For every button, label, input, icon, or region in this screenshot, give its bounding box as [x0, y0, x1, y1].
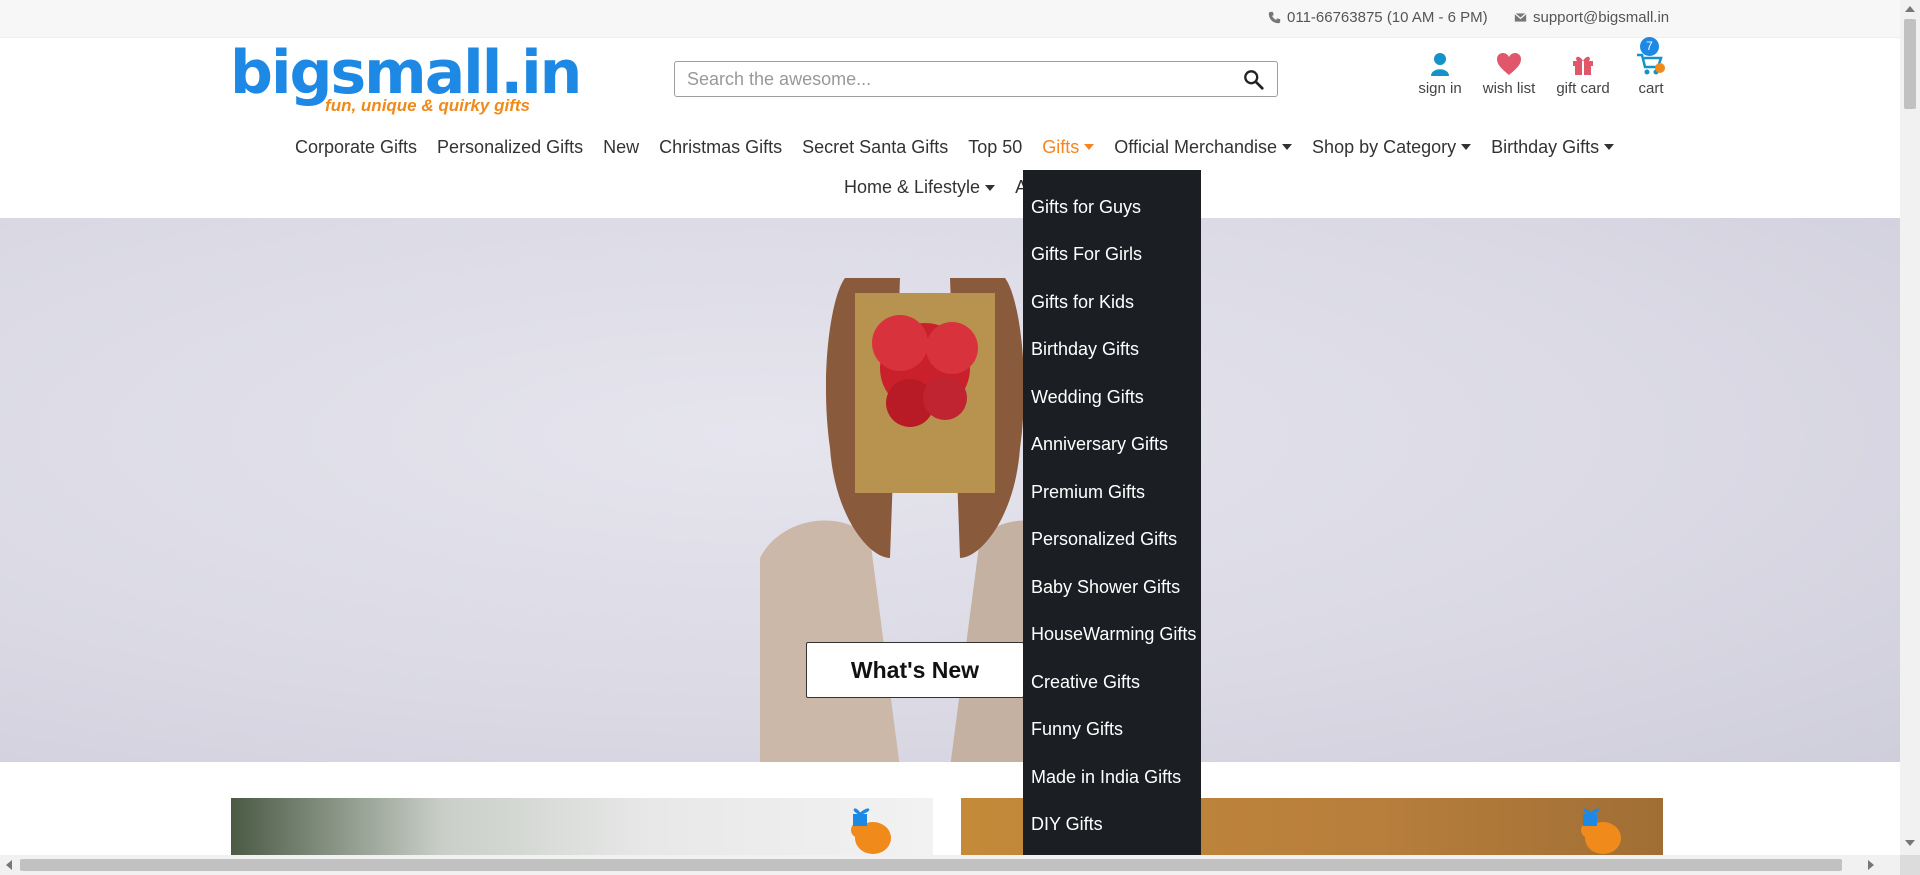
nav-shop-by-category[interactable]: Shop by Category	[1312, 137, 1472, 158]
nav-new[interactable]: New	[603, 137, 639, 158]
dropdown-item-gifts-for-kids[interactable]: Gifts for Kids	[1031, 292, 1134, 313]
search-input[interactable]	[675, 62, 1239, 96]
dropdown-item-diy-gifts[interactable]: DIY Gifts	[1031, 814, 1103, 835]
gifts-dropdown-menu: Gifts for Guys Gifts For Girls Gifts for…	[1023, 170, 1201, 855]
nav-secret-santa-gifts[interactable]: Secret Santa Gifts	[802, 137, 948, 158]
category-tile-left[interactable]	[231, 798, 933, 855]
vertical-scroll-thumb[interactable]	[1904, 19, 1916, 109]
heart-icon	[1497, 53, 1521, 75]
nav-top-50[interactable]: Top 50	[968, 137, 1022, 158]
dropdown-item-made-in-india-gifts[interactable]: Made in India Gifts	[1031, 767, 1181, 788]
user-icon	[1431, 53, 1449, 76]
horizontal-scrollbar[interactable]	[0, 855, 1920, 875]
nav-home-lifestyle[interactable]: Home & Lifestyle	[844, 177, 996, 198]
site-logo[interactable]: bigsmall.in fun, unique & quirky gifts	[230, 38, 582, 122]
dropdown-item-wedding-gifts[interactable]: Wedding Gifts	[1031, 387, 1144, 408]
sign-in-link[interactable]: sign in	[1405, 52, 1475, 97]
contact-phone[interactable]: 011-66763875 (10 AM - 6 PM)	[1268, 9, 1488, 26]
cart-label: cart	[1638, 80, 1664, 97]
horizontal-scroll-thumb[interactable]	[20, 859, 1842, 871]
cart-count-badge: 7	[1640, 37, 1659, 56]
elephant-mascot-icon	[1581, 808, 1621, 854]
nav-corporate-gifts[interactable]: Corporate Gifts	[295, 137, 417, 158]
logo-text: bigsmall.in	[230, 38, 582, 108]
scroll-left-icon[interactable]	[6, 860, 12, 870]
chevron-down-icon	[985, 184, 996, 191]
phone-icon	[1268, 11, 1281, 24]
top-utility-bar: 011-66763875 (10 AM - 6 PM) support@bigs…	[0, 0, 1900, 38]
gift-icon	[1573, 56, 1593, 75]
whats-new-button[interactable]: What's New	[806, 642, 1024, 698]
dropdown-item-premium-gifts[interactable]: Premium Gifts	[1031, 482, 1145, 503]
elephant-mascot-icon	[851, 808, 891, 854]
chevron-down-icon	[1084, 144, 1095, 150]
dropdown-item-housewarming-gifts[interactable]: HouseWarming Gifts	[1031, 624, 1196, 645]
wishlist-label: wish list	[1482, 80, 1536, 97]
nav-birthday-gifts[interactable]: Birthday Gifts	[1491, 137, 1615, 158]
logo-tagline: fun, unique & quirky gifts	[325, 96, 530, 115]
nav-christmas-gifts[interactable]: Christmas Gifts	[659, 137, 782, 158]
nav-personalized-gifts[interactable]: Personalized Gifts	[437, 137, 583, 158]
main-nav-row2: Home & Lifestyle A	[844, 177, 1027, 198]
wishlist-link[interactable]: wish list	[1474, 52, 1544, 97]
dropdown-item-funny-gifts[interactable]: Funny Gifts	[1031, 719, 1123, 740]
chevron-down-icon	[1461, 144, 1472, 150]
sign-in-label: sign in	[1418, 80, 1462, 97]
dropdown-item-creative-gifts[interactable]: Creative Gifts	[1031, 672, 1140, 693]
main-nav: Corporate Gifts Personalized Gifts New C…	[295, 130, 1635, 164]
contact-email[interactable]: support@bigsmall.in	[1514, 9, 1669, 26]
dropdown-item-anniversary-gifts[interactable]: Anniversary Gifts	[1031, 434, 1168, 455]
email-text: support@bigsmall.in	[1533, 9, 1670, 26]
hero-banner[interactable]: What's New	[0, 218, 1900, 762]
dropdown-item-gifts-for-girls[interactable]: Gifts For Girls	[1031, 244, 1142, 265]
nav-official-merchandise[interactable]: Official Merchandise	[1114, 137, 1293, 158]
search-icon[interactable]	[1243, 69, 1265, 91]
gift-card-label: gift card	[1556, 80, 1610, 97]
phone-text: 011-66763875 (10 AM - 6 PM)	[1287, 9, 1488, 26]
search-box	[674, 61, 1278, 97]
scroll-up-icon[interactable]	[1905, 6, 1915, 12]
dropdown-item-gifts-for-guys[interactable]: Gifts for Guys	[1031, 197, 1141, 218]
chevron-down-icon	[1282, 144, 1293, 150]
scrollbar-corner	[1900, 855, 1920, 875]
mail-icon	[1514, 12, 1527, 22]
nav-gifts[interactable]: Gifts	[1042, 137, 1095, 158]
cart-link[interactable]: cart	[1616, 52, 1686, 97]
dropdown-item-birthday-gifts[interactable]: Birthday Gifts	[1031, 339, 1139, 360]
vertical-scrollbar[interactable]	[1900, 0, 1920, 855]
gift-card-link[interactable]: gift card	[1548, 52, 1618, 97]
scroll-down-icon[interactable]	[1905, 840, 1915, 846]
chevron-down-icon	[1604, 144, 1615, 150]
dropdown-item-baby-shower-gifts[interactable]: Baby Shower Gifts	[1031, 577, 1180, 598]
dropdown-item-personalized-gifts[interactable]: Personalized Gifts	[1031, 529, 1177, 550]
scroll-right-icon[interactable]	[1868, 860, 1874, 870]
